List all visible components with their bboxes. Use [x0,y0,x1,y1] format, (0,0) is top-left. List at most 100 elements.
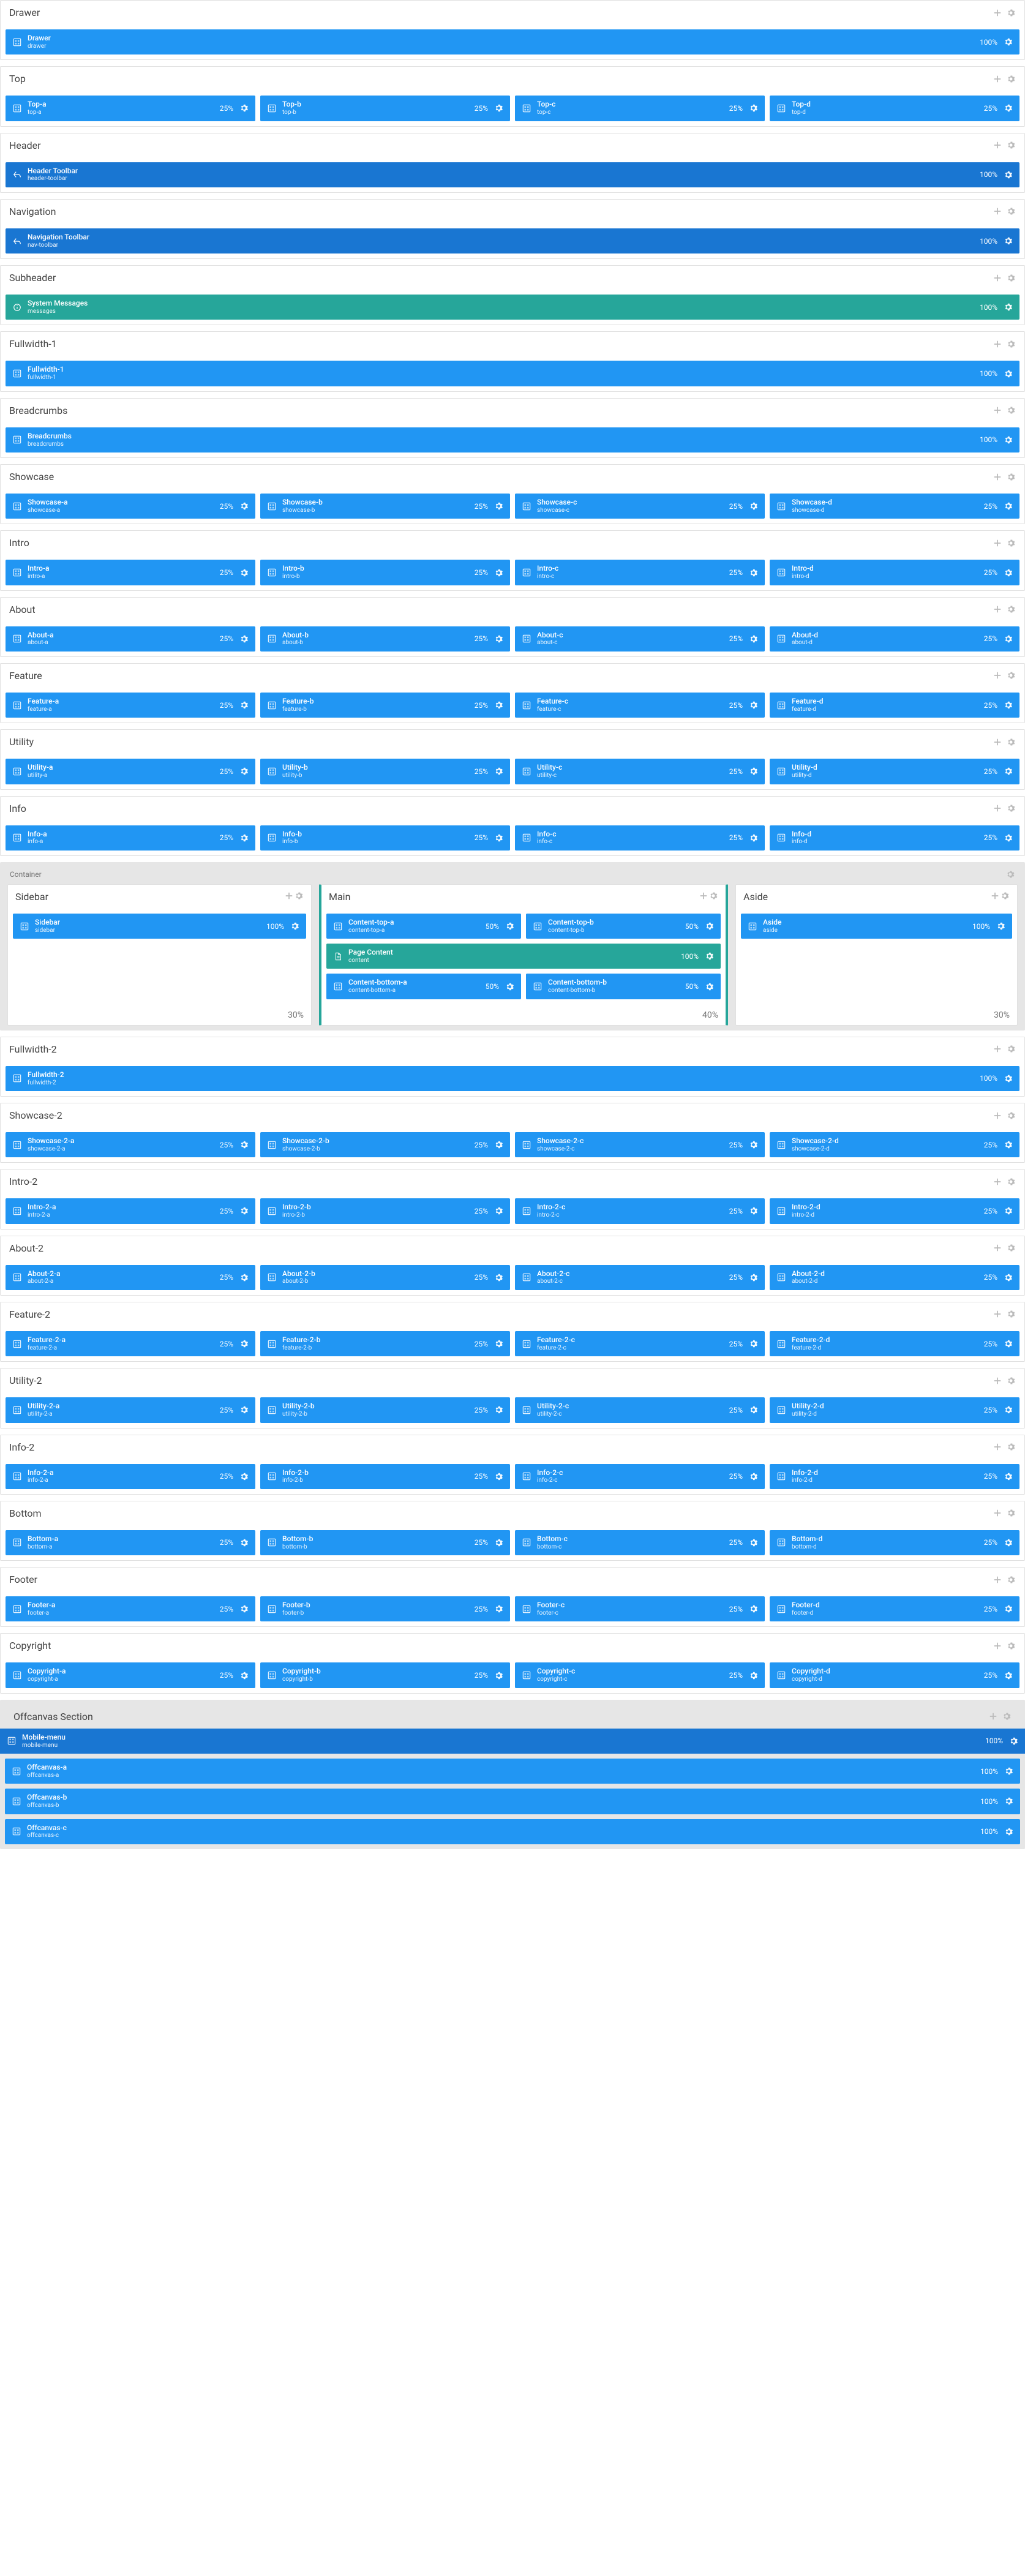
drag-handle-icon[interactable] [777,634,786,643]
gear-icon[interactable] [239,1273,248,1282]
layout-block-content-bottom-a[interactable]: Content-bottom-acontent-bottom-a50% [326,974,521,999]
gear-icon[interactable] [1004,369,1012,378]
gear-icon[interactable] [494,1406,503,1414]
layout-block-feature-2-b[interactable]: Feature-2-bfeature-2-b25% [260,1331,510,1356]
gear-icon[interactable] [705,952,713,961]
gear-icon[interactable] [1004,1538,1012,1547]
layout-block-top-c[interactable]: Top-ctop-c25% [515,96,765,121]
drag-handle-icon[interactable] [13,1273,21,1282]
drag-handle-icon[interactable] [522,701,531,710]
gear-icon[interactable] [1006,140,1016,150]
layout-block-feature-2-c[interactable]: Feature-2-cfeature-2-c25% [515,1331,765,1356]
layout-block-content[interactable]: Page Contentcontent100% [326,944,721,969]
gear-icon[interactable] [494,1538,503,1547]
drag-handle-icon[interactable] [748,922,757,931]
plus-icon[interactable] [993,1641,1002,1651]
layout-block-utility-b[interactable]: Utility-butility-b25% [260,759,510,784]
layout-block-info-c[interactable]: Info-cinfo-c25% [515,825,765,851]
gear-icon[interactable] [239,833,248,842]
gear-icon[interactable] [239,502,248,511]
gear-icon[interactable] [1004,1797,1013,1806]
layout-block-info-2-a[interactable]: Info-2-ainfo-2-a25% [6,1464,255,1489]
gear-icon[interactable] [749,568,757,577]
gear-icon[interactable] [494,1605,503,1613]
drag-handle-icon[interactable] [268,1671,276,1680]
layout-block-intro-d[interactable]: Intro-dintro-d25% [770,560,1019,585]
layout-block-feature-b[interactable]: Feature-bfeature-b25% [260,693,510,718]
drag-handle-icon[interactable] [777,1472,786,1481]
gear-icon[interactable] [494,1671,503,1680]
layout-block-showcase-2-c[interactable]: Showcase-2-cshowcase-2-c25% [515,1132,765,1157]
gear-icon[interactable] [505,922,514,931]
gear-icon[interactable] [708,891,718,901]
gear-icon[interactable] [239,634,248,643]
drag-handle-icon[interactable] [13,1605,21,1613]
gear-icon[interactable] [494,568,503,577]
drag-handle-icon[interactable] [13,104,21,113]
gear-icon[interactable] [494,701,503,710]
plus-icon[interactable] [993,472,1002,482]
gear-icon[interactable] [239,1472,248,1481]
gear-icon[interactable] [1004,1767,1013,1776]
drag-handle-icon[interactable] [13,435,21,444]
layout-block-about-b[interactable]: About-babout-b25% [260,626,510,652]
layout-block-utility-c[interactable]: Utility-cutility-c25% [515,759,765,784]
drag-handle-icon[interactable] [268,104,276,113]
drag-handle-icon[interactable] [268,1605,276,1613]
drag-handle-icon[interactable] [777,1406,786,1414]
drag-handle-icon[interactable] [777,833,786,842]
layout-block-about-a[interactable]: About-aabout-a25% [6,626,255,652]
drag-handle-icon[interactable] [268,568,276,577]
gear-icon[interactable] [1005,869,1015,879]
layout-block-offcanvas-b[interactable]: Offcanvas-boffcanvas-b100% [5,1789,1020,1814]
layout-block-about-2-d[interactable]: About-2-dabout-2-d25% [770,1265,1019,1290]
drag-handle-icon[interactable] [13,38,21,47]
gear-icon[interactable] [1004,303,1012,312]
layout-block-intro-c[interactable]: Intro-cintro-c25% [515,560,765,585]
drag-handle-icon[interactable] [522,568,531,577]
drag-handle-icon[interactable] [522,502,531,511]
gear-icon[interactable] [1006,206,1016,216]
layout-block-utility-a[interactable]: Utility-autility-a25% [6,759,255,784]
drag-handle-icon[interactable] [522,634,531,643]
layout-block-offcanvas-a[interactable]: Offcanvas-aoffcanvas-a100% [5,1759,1020,1784]
gear-icon[interactable] [749,634,757,643]
drag-handle-icon[interactable] [522,1538,531,1547]
drag-handle-icon[interactable] [13,701,21,710]
gear-icon[interactable] [239,1605,248,1613]
gear-icon[interactable] [749,1273,757,1282]
layout-block-about-2-c[interactable]: About-2-cabout-2-c25% [515,1265,765,1290]
plus-icon[interactable] [993,1243,1002,1253]
drag-handle-icon[interactable] [13,568,21,577]
layout-block-footer-a[interactable]: Footer-afooter-a25% [6,1596,255,1621]
layout-block-breadcrumbs[interactable]: Breadcrumbsbreadcrumbs100% [6,427,1019,452]
layout-block-about-d[interactable]: About-dabout-d25% [770,626,1019,652]
drag-handle-icon[interactable] [777,502,786,511]
drag-handle-icon[interactable] [13,1538,21,1547]
layout-block-intro-2-b[interactable]: Intro-2-bintro-2-b25% [260,1198,510,1223]
plus-icon[interactable] [993,604,1002,614]
gear-icon[interactable] [1006,1641,1016,1651]
gear-icon[interactable] [705,922,713,931]
drag-handle-icon[interactable] [777,1141,786,1149]
plus-icon[interactable] [993,8,1002,18]
layout-block-copyright-b[interactable]: Copyright-bcopyright-b25% [260,1662,510,1688]
layout-block-content-bottom-b[interactable]: Content-bottom-bcontent-bottom-b50% [526,974,721,999]
gear-icon[interactable] [1006,472,1016,482]
plus-icon[interactable] [993,1376,1002,1386]
drag-handle-icon[interactable] [522,1605,531,1613]
gear-icon[interactable] [494,1207,503,1215]
drag-handle-icon[interactable] [13,303,21,312]
drag-handle-icon[interactable] [12,1827,21,1836]
layout-block-content-top-a[interactable]: Content-top-acontent-top-a50% [326,914,521,939]
drag-handle-icon[interactable] [268,1406,276,1414]
gear-icon[interactable] [705,982,713,991]
gear-icon[interactable] [749,1340,757,1348]
layout-block-info-a[interactable]: Info-ainfo-a25% [6,825,255,851]
gear-icon[interactable] [1006,1044,1016,1054]
gear-icon[interactable] [1009,1737,1018,1745]
layout-block-drawer[interactable]: Drawerdrawer100% [6,29,1019,54]
gear-icon[interactable] [494,502,503,511]
drag-handle-icon[interactable] [777,1207,786,1215]
gear-icon[interactable] [749,502,757,511]
